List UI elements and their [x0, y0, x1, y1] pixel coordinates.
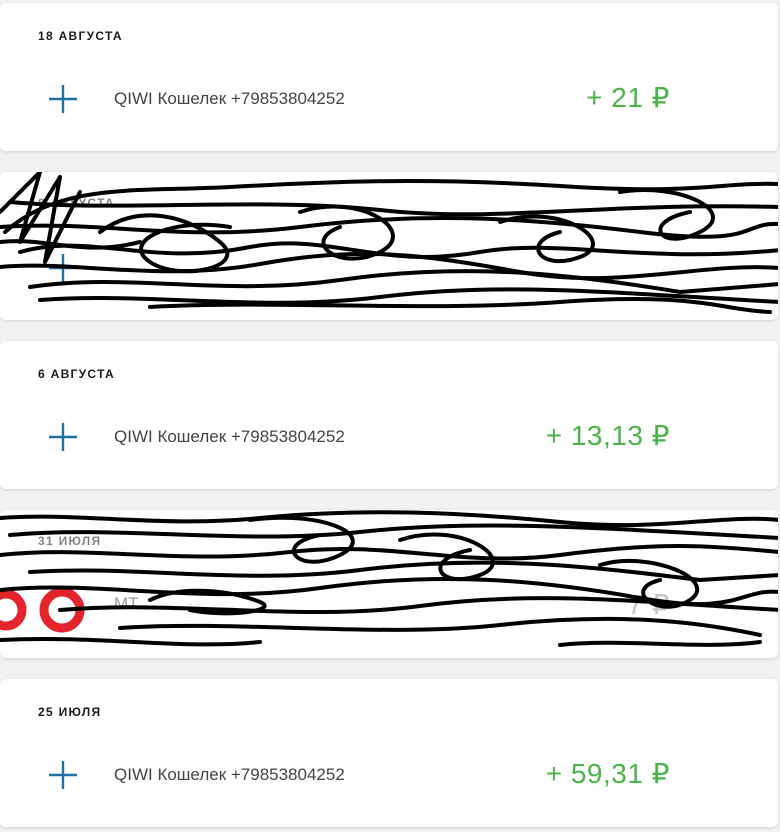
plus-icon: [49, 423, 77, 451]
transaction-date: 6 АВГУСТА: [38, 367, 115, 381]
plus-icon: [49, 85, 77, 113]
transaction-amount: + 59,31 ₽: [545, 758, 670, 789]
plus-icon: [49, 761, 77, 789]
transaction-card[interactable]: 18 АВГУСТА QIWI Кошелек +79853804252 + 2…: [0, 3, 778, 151]
transaction-amount: + 13,13 ₽: [545, 420, 670, 451]
transaction-amount: + 21 ₽: [586, 82, 670, 113]
transaction-description: QIWI Кошелек +79853804252: [114, 427, 345, 446]
transaction-date: 25 ИЮЛЯ: [38, 705, 102, 719]
transaction-description: QIWI Кошелек +79853804252: [114, 89, 345, 108]
transaction-card[interactable]: 31 ИЮЛЯ МТ 7 ₽: [0, 510, 778, 658]
transaction-date: 18 АВГУСТА: [38, 29, 123, 43]
transaction-card[interactable]: 8 АВГУСТА: [0, 172, 778, 320]
redaction-scribble: [0, 172, 778, 314]
transaction-card[interactable]: 25 ИЮЛЯ QIWI Кошелек +79853804252 + 59,3…: [0, 679, 778, 827]
transaction-card[interactable]: 6 АВГУСТА QIWI Кошелек +79853804252 + 13…: [0, 341, 778, 489]
redaction-scribble: [0, 510, 778, 647]
transaction-description: QIWI Кошелек +79853804252: [114, 765, 345, 784]
